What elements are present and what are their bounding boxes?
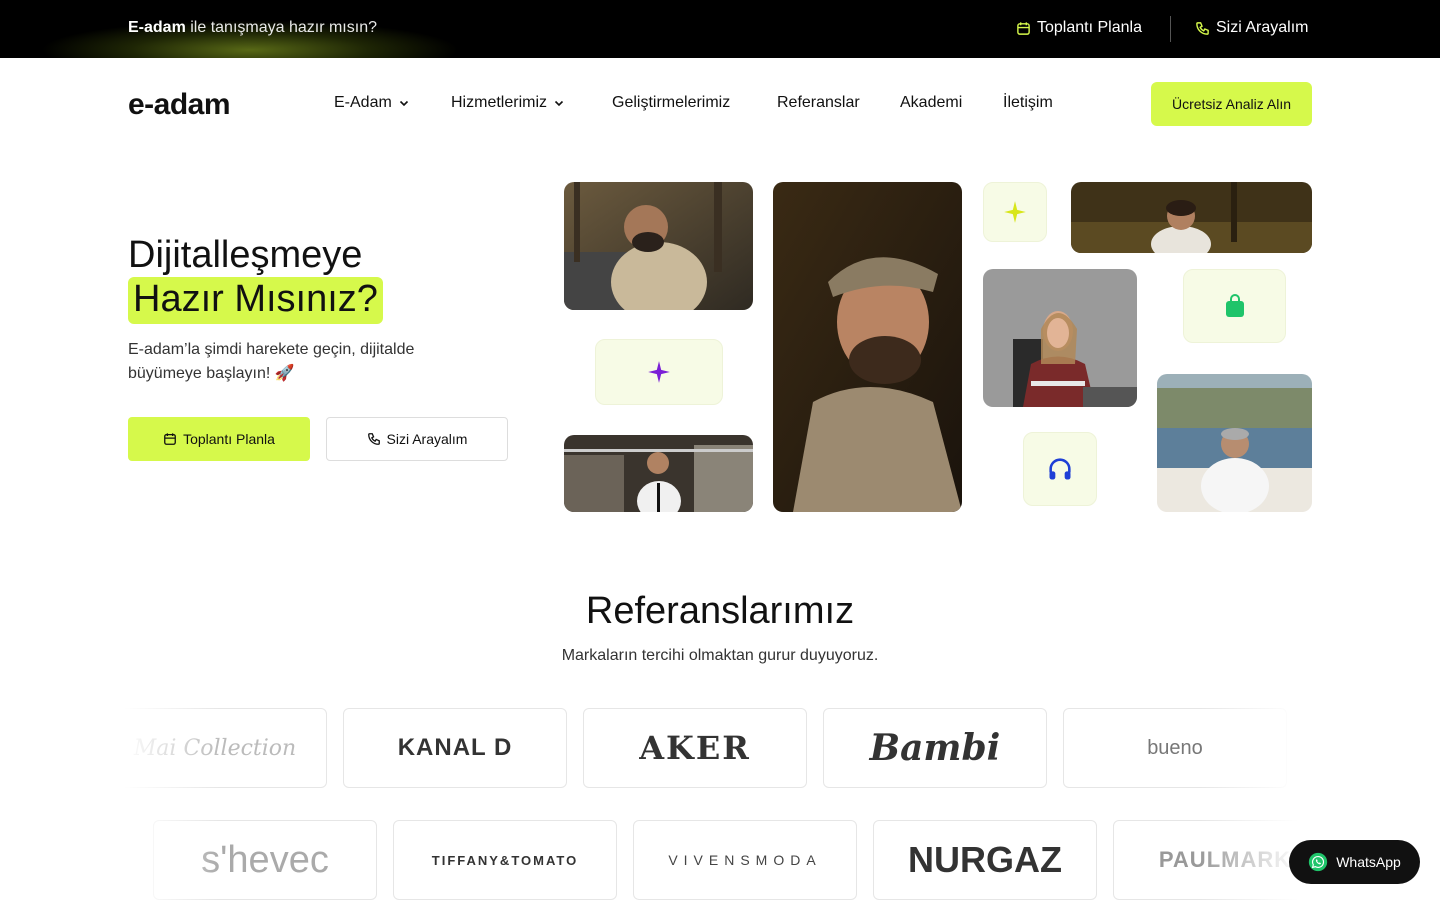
photo-image <box>983 269 1137 407</box>
hero-subtitle: E-adam’la şimdi harekete geçin, dijitald… <box>128 341 415 382</box>
reference-logo-bambi[interactable]: Bambi <box>823 708 1047 788</box>
reference-logo-nurgaz[interactable]: NURGAZ <box>873 820 1097 900</box>
reference-logo-text: Bambi <box>869 727 1001 769</box>
whatsapp-button[interactable]: WhatsApp <box>1289 840 1420 884</box>
whatsapp-icon <box>1309 852 1328 872</box>
photo-man-park <box>1071 182 1312 253</box>
reference-logo-text: bueno <box>1147 736 1203 759</box>
references-subtitle: Markaların tercihi olmaktan gurur duyuyo… <box>561 647 879 664</box>
nav-label: Hizmetlerimiz <box>451 94 547 111</box>
reference-logo-vivensmoda[interactable]: VIVENSMODA <box>633 820 857 900</box>
topbar-call-label: Sizi Arayalım <box>1216 19 1309 36</box>
nav-label: Akademi <box>900 94 963 111</box>
phone-icon <box>367 433 380 445</box>
reference-logo-text: s'hevec <box>201 838 329 881</box>
nav-label: Referanslar <box>777 94 860 111</box>
nav-item-hizmetlerimiz[interactable]: Hizmetlerimiz <box>451 94 565 112</box>
photo-man-forest <box>564 182 753 310</box>
topbar-call-link[interactable]: Sizi Arayalım <box>1195 19 1308 37</box>
calendar-icon <box>1017 21 1030 35</box>
shopping-bag-tile <box>1183 269 1286 343</box>
phone-icon <box>1196 21 1209 35</box>
photo-man-flat-cap <box>773 182 962 512</box>
shopping-bag-icon <box>1225 294 1244 317</box>
nav-label: Geliştirmelerimiz <box>612 94 731 111</box>
photo-man-boutique <box>564 435 753 512</box>
nav-item-e-adam[interactable]: E-Adam <box>334 94 410 112</box>
nav-item-gelistirmelerimiz[interactable]: Geliştirmelerimiz <box>612 94 730 112</box>
nav-item-iletisim[interactable]: İletişim <box>1003 94 1053 112</box>
topbar-meeting-label: Toplantı Planla <box>1037 19 1142 36</box>
photo-woman-office <box>983 269 1137 407</box>
headphones-icon <box>1049 458 1071 480</box>
photo-man-yacht <box>1157 374 1312 512</box>
topbar-divider <box>1170 16 1171 42</box>
photo-image <box>564 182 753 310</box>
schedule-meeting-label: Toplantı Planla <box>183 431 275 447</box>
reference-logo-text: NURGAZ <box>908 839 1062 880</box>
nav-label: İletişim <box>1003 94 1053 111</box>
reference-logo-aker[interactable]: AKER <box>583 708 807 788</box>
sparkle-tile-purple <box>595 339 723 405</box>
announcement-text: E-adam ile tanışmaya hazır mısın? <box>128 19 377 37</box>
chevron-down-icon <box>399 100 408 107</box>
headphones-tile <box>1023 432 1097 506</box>
hero-title-highlight: Hazır Mısınız? <box>128 277 383 324</box>
photo-image <box>564 435 753 512</box>
references-title: Referanslarımız <box>585 590 855 632</box>
call-me-button[interactable]: Sizi Arayalım <box>326 417 508 461</box>
nav-item-referanslar[interactable]: Referanslar <box>777 94 860 112</box>
free-analysis-button[interactable]: Ücretsiz Analiz Alın <box>1151 82 1312 126</box>
announcement-brand: E-adam <box>128 19 186 36</box>
reference-logo-kanal-d[interactable]: KANAL D <box>343 708 567 788</box>
schedule-meeting-button[interactable]: Toplantı Planla <box>128 417 310 461</box>
reference-logo-text: TIFFANY&TOMATO <box>431 852 579 868</box>
announcement-message: ile tanışmaya hazır mısın? <box>185 19 377 36</box>
calendar-icon <box>164 433 176 445</box>
sparkle-icon <box>1004 201 1026 223</box>
reference-logo-text: AKER <box>639 729 751 767</box>
photo-image <box>1071 182 1312 253</box>
topbar-meeting-link[interactable]: Toplantı Planla <box>1016 19 1142 37</box>
sparkle-icon <box>648 361 670 383</box>
reference-logo-text: VIVENSMODA <box>668 852 822 868</box>
site-logo[interactable]: e-adam <box>128 88 231 122</box>
carousel-fade-left <box>100 690 220 900</box>
reference-logo-tiffany-tomato[interactable]: TIFFANY&TOMATO <box>393 820 617 900</box>
nav-label: E-Adam <box>334 94 392 111</box>
photo-image <box>1157 374 1312 512</box>
whatsapp-label: WhatsApp <box>1336 854 1401 870</box>
announcement-bar: E-adam ile tanışmaya hazır mısın? Toplan… <box>0 0 1440 58</box>
chevron-down-icon <box>554 100 564 107</box>
nav-item-akademi[interactable]: Akademi <box>900 94 962 112</box>
call-me-label: Sizi Arayalım <box>386 431 468 447</box>
hero-title-line1: Dijitalleşmeye <box>128 234 363 276</box>
reference-logo-text: KANAL D <box>397 734 513 761</box>
photo-image <box>773 182 962 512</box>
sparkle-tile-yellow <box>983 182 1047 242</box>
